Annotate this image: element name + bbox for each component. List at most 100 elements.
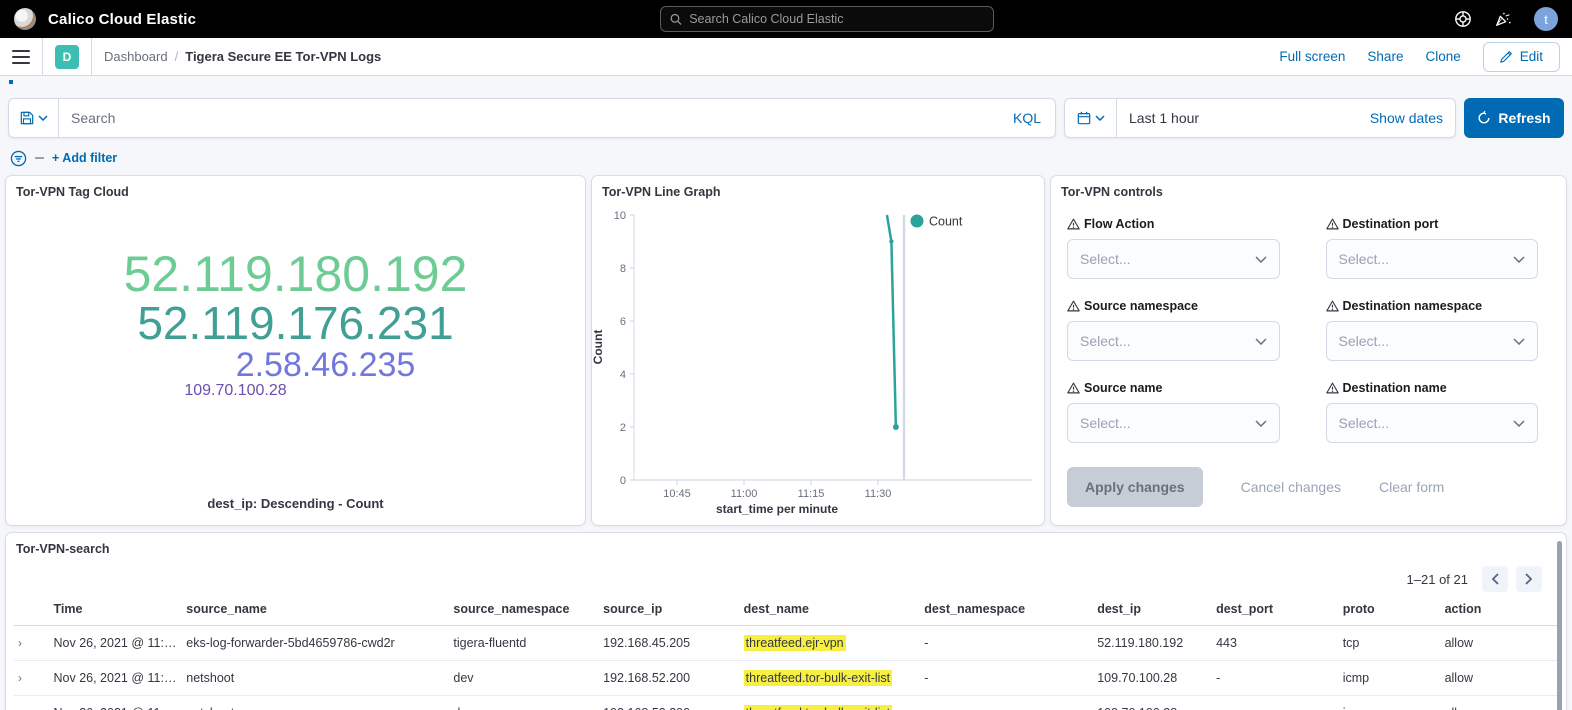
clone-button[interactable]: Clone — [1425, 49, 1460, 64]
help-lifering-icon — [1454, 10, 1472, 28]
next-page-button[interactable] — [1516, 566, 1542, 592]
cell-source-name: eks-log-forwarder-5bd4659786-cwd2r — [182, 626, 449, 661]
breadcrumb-dashboard-link[interactable]: Dashboard — [104, 49, 168, 64]
source-namespace-select[interactable]: Select... — [1067, 321, 1280, 361]
refresh-button[interactable]: Refresh — [1464, 98, 1564, 138]
control-field-destination-name: Destination name Select... — [1326, 381, 1539, 443]
x-axis-ticks: 10:45 11:00 11:15 11:30 — [663, 480, 891, 500]
calendar-icon — [1077, 111, 1091, 125]
pagination-label: 1–21 of 21 — [1407, 572, 1468, 587]
column-header-proto: proto — [1339, 596, 1441, 626]
svg-text:10: 10 — [614, 210, 626, 222]
destination-name-select[interactable]: Select... — [1326, 403, 1539, 443]
cell-dest-name: threatfeed.tor-bulk-exit-list — [740, 661, 921, 696]
column-header-dest-ip: dest_ip — [1093, 596, 1212, 626]
share-button[interactable]: Share — [1367, 49, 1403, 64]
table-header-row: Time source_name source_namespace source… — [14, 596, 1558, 626]
expand-row-button[interactable]: › — [18, 671, 22, 685]
kql-syntax-button[interactable]: KQL — [999, 110, 1055, 126]
expand-row-button[interactable]: › — [18, 636, 22, 650]
global-search-input[interactable] — [689, 12, 984, 26]
full-screen-button[interactable]: Full screen — [1279, 49, 1345, 64]
menu-button[interactable] — [12, 50, 30, 64]
tag-cloud-panel-title: Tor-VPN Tag Cloud — [6, 176, 585, 199]
calico-logo — [14, 8, 36, 30]
select-placeholder: Select... — [1339, 333, 1390, 349]
refresh-button-label: Refresh — [1498, 110, 1550, 126]
field-label: Destination port — [1343, 217, 1439, 231]
control-field-destination-port: Destination port Select... — [1326, 217, 1539, 279]
y-axis-ticks: 10 8 6 4 2 0 — [614, 210, 634, 487]
cell-dest-port: - — [1212, 696, 1339, 710]
time-range-value[interactable]: Last 1 hour — [1117, 110, 1358, 126]
line-graph-panel: Tor-VPN Line Graph 10 8 6 4 2 0 10:45 11… — [592, 176, 1044, 525]
warning-icon — [1326, 300, 1339, 312]
destination-namespace-select[interactable]: Select... — [1326, 321, 1539, 361]
column-header-time: Time — [50, 596, 183, 626]
warning-icon — [1067, 218, 1080, 230]
cell-time: Nov 26, 2021 @ 11:35:04.000 — [50, 626, 183, 661]
cell-action: allow — [1441, 696, 1558, 710]
field-label: Source name — [1084, 381, 1163, 395]
newsfeed-button[interactable] — [1494, 10, 1512, 28]
chevron-right-icon — [1525, 573, 1533, 585]
legend-label: Count — [929, 215, 963, 229]
cell-proto: icmp — [1339, 696, 1441, 710]
warning-icon — [1067, 382, 1080, 394]
dashboard-space-badge[interactable]: D — [55, 45, 79, 69]
chevron-down-icon — [1255, 256, 1267, 263]
search-table-panel: Tor-VPN-search 1–21 of 21 Time source_na… — [6, 533, 1566, 710]
chart-legend[interactable]: Count — [911, 215, 963, 229]
expand-row-button[interactable]: › — [18, 706, 22, 710]
pencil-icon — [1500, 50, 1513, 63]
cell-dest-name: threatfeed.tor-bulk-exit-list — [740, 696, 921, 710]
add-filter-button[interactable]: + Add filter — [52, 151, 117, 165]
vertical-scrollbar[interactable] — [1557, 541, 1562, 710]
tag-dest-ip[interactable]: 2.58.46.235 — [36, 348, 615, 383]
divider — [91, 38, 92, 76]
svg-text:4: 4 — [620, 369, 626, 381]
user-avatar[interactable]: t — [1534, 7, 1558, 31]
show-dates-button[interactable]: Show dates — [1358, 110, 1455, 126]
hamburger-icon — [12, 50, 30, 64]
warning-icon — [1067, 300, 1080, 312]
time-picker-menu[interactable] — [1065, 99, 1117, 137]
filter-bar: + Add filter — [0, 138, 1572, 168]
cancel-changes-button[interactable]: Cancel changes — [1241, 479, 1341, 495]
chevron-down-icon — [1095, 115, 1105, 121]
column-header-source-ip: source_ip — [599, 596, 740, 626]
svg-text:11:00: 11:00 — [731, 488, 758, 500]
destination-port-select[interactable]: Select... — [1326, 239, 1539, 279]
help-button[interactable] — [1454, 10, 1472, 28]
cell-source-ip: 192.168.45.205 — [599, 626, 740, 661]
logs-table: Time source_name source_namespace source… — [14, 596, 1558, 710]
chevron-down-icon — [1513, 256, 1525, 263]
cell-proto: icmp — [1339, 661, 1441, 696]
flow-action-select[interactable]: Select... — [1067, 239, 1280, 279]
global-search-box[interactable] — [660, 6, 994, 32]
column-header-dest-namespace: dest_namespace — [920, 596, 1093, 626]
source-name-select[interactable]: Select... — [1067, 403, 1280, 443]
select-placeholder: Select... — [1339, 415, 1390, 431]
line-graph-panel-title: Tor-VPN Line Graph — [592, 176, 1044, 199]
edit-button[interactable]: Edit — [1483, 42, 1560, 72]
saved-query-menu[interactable] — [9, 99, 59, 137]
select-placeholder: Select... — [1080, 333, 1131, 349]
cell-time: Nov 26, 2021 @ 11:34:54.000 — [50, 696, 183, 710]
control-field-source-name: Source name Select... — [1067, 381, 1280, 443]
cell-source-namespace: dev — [449, 696, 599, 710]
apply-changes-button[interactable]: Apply changes — [1067, 467, 1203, 507]
previous-page-button[interactable] — [1482, 566, 1508, 592]
breadcrumb-bar: D Dashboard / Tigera Secure EE Tor-VPN L… — [0, 38, 1572, 76]
tag-dest-ip[interactable]: 52.119.180.192 — [6, 248, 585, 300]
query-search-input[interactable] — [59, 110, 999, 126]
tag-dest-ip[interactable]: 109.70.100.28 — [0, 383, 525, 400]
tag-cloud: 52.119.180.192 52.119.176.231 2.58.46.23… — [6, 248, 585, 400]
control-field-flow-action: Flow Action Select... — [1067, 217, 1280, 279]
filter-icon[interactable] — [10, 150, 27, 167]
controls-panel: Tor-VPN controls Flow Action Select... D… — [1051, 176, 1566, 525]
cell-dest-ip: 52.119.180.192 — [1093, 626, 1212, 661]
tag-dest-ip[interactable]: 52.119.176.231 — [6, 300, 585, 348]
clear-form-button[interactable]: Clear form — [1379, 479, 1444, 495]
chevron-down-icon — [1255, 338, 1267, 345]
